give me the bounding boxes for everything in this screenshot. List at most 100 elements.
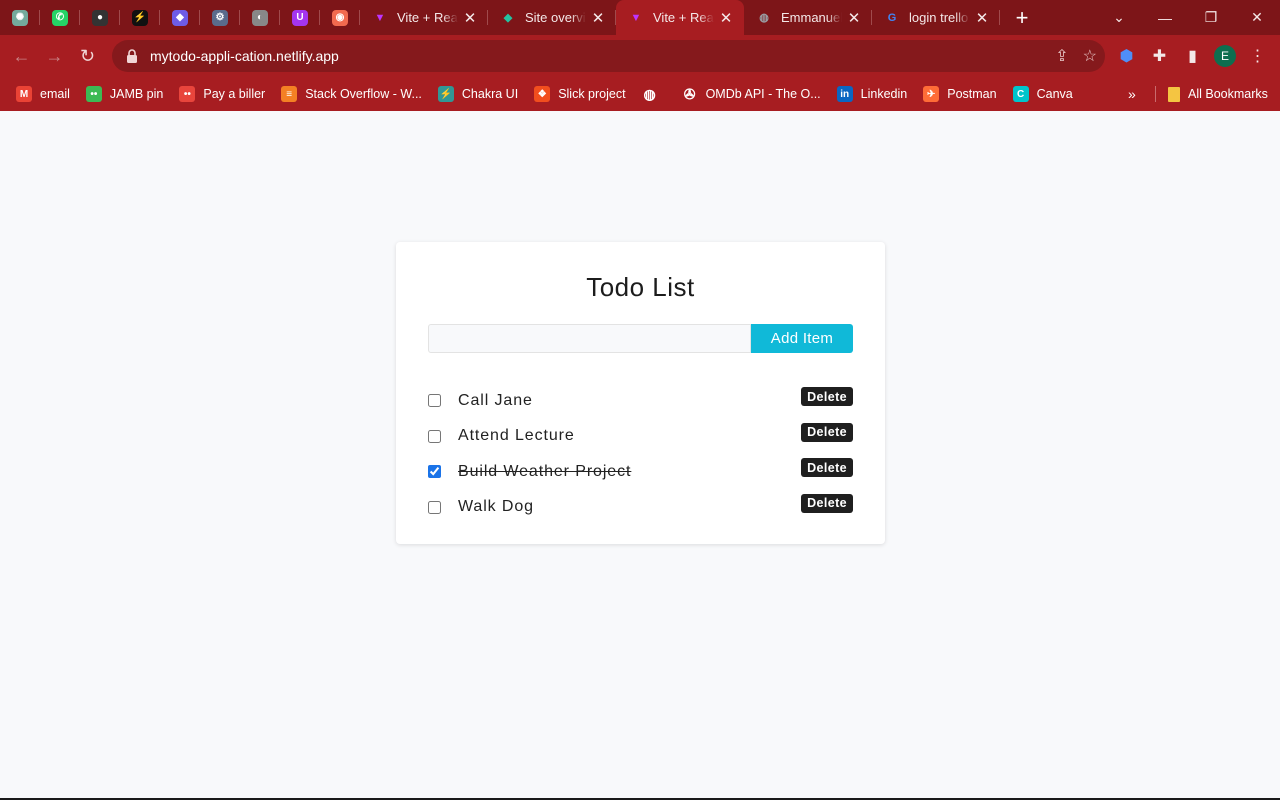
dots-icon: •• [179, 86, 196, 102]
bookmark-item[interactable]: ◍ [634, 80, 674, 108]
extension-icon[interactable]: ⬢ [1110, 40, 1143, 73]
whatsapp-icon: ✆ [52, 9, 68, 26]
canva-icon: C [1012, 86, 1029, 102]
udemy-icon: U [292, 9, 308, 26]
folder-icon [1168, 86, 1180, 102]
bookmark-label: Linkedin [860, 87, 908, 101]
bookmark-item[interactable]: in Linkedin [829, 80, 916, 108]
bookmark-item[interactable]: ≡ Stack Overflow - W... [273, 80, 430, 108]
share-icon[interactable]: ⇪ [1055, 46, 1068, 66]
delete-button[interactable]: Delete [801, 493, 853, 513]
todo-text: Walk Dog [458, 498, 534, 516]
close-tab-icon[interactable]: ✕ [974, 9, 990, 27]
todo-text: Attend Lecture [458, 427, 575, 445]
todo-checkbox[interactable] [428, 394, 441, 408]
bookmark-item[interactable]: ✇ OMDb API - The O... [674, 80, 829, 108]
more-bookmarks-button[interactable]: » [1128, 77, 1136, 111]
browser-tab[interactable]: ◍ Emmanuel A ✕ [744, 0, 872, 35]
bookmark-item[interactable]: C Canva [1005, 80, 1081, 108]
todo-text: Build Weather Project [458, 462, 632, 480]
browser-tab[interactable]: ▼ Vite + React ✕ [616, 0, 744, 35]
prism-icon: ◆ [172, 9, 188, 26]
todo-checkbox[interactable] [428, 465, 441, 479]
profile-avatar[interactable]: E [1214, 45, 1236, 67]
bookmark-item[interactable]: ❖ Slick project [526, 80, 633, 108]
close-tab-icon[interactable]: ✕ [846, 9, 862, 27]
scrimba-icon: ◉ [332, 9, 348, 26]
menu-kebab-icon[interactable]: ⋮ [1241, 40, 1274, 73]
bookmark-label: email [40, 87, 70, 101]
linkedin-icon: in [836, 86, 853, 102]
bookmarks-divider [1155, 86, 1156, 102]
close-tab-icon[interactable]: ✕ [590, 9, 606, 27]
browser-toolbar: ← → ↻ mytodo-appli-cation.netlify.app ⇪ … [0, 35, 1280, 77]
window-controls: ⌄ — ❐ ✕ [1096, 0, 1280, 35]
bookmark-label: Postman [947, 87, 997, 101]
pinned-tabs: ✺ ✆ ● ⚡ ◆ ⚙ ◐ U ◉ [0, 0, 360, 35]
bookmark-label: Pay a biller [203, 87, 266, 101]
bookmark-label: OMDb API - The O... [705, 87, 821, 101]
todo-input[interactable] [428, 324, 751, 353]
todo-text: Call Jane [458, 391, 533, 409]
bookmark-label: Stack Overflow - W... [305, 87, 422, 101]
extensions-puzzle-icon[interactable]: ✚ [1143, 40, 1176, 73]
todo-checkbox[interactable] [428, 500, 441, 514]
stackoverflow-icon: ≡ [281, 86, 298, 102]
side-panel-icon[interactable]: ▮ [1176, 40, 1209, 73]
bookmark-item[interactable]: •• JAMB pin [78, 80, 172, 108]
chakra-icon: ⚡ [437, 86, 454, 102]
bookmark-item[interactable]: ✈ Postman [915, 80, 1004, 108]
lock-icon [127, 49, 137, 63]
pinned-tab[interactable]: ⚙ [200, 0, 240, 35]
close-tab-icon[interactable]: ✕ [462, 9, 478, 27]
tab-search-icon[interactable]: ⌄ [1096, 0, 1142, 35]
page-viewport: Todo List Add Item Call Jane Delete Attend… [0, 111, 1280, 798]
browser-tab[interactable]: Glogin trello ✕ [872, 0, 1000, 35]
pinned-tab[interactable]: U [280, 0, 320, 35]
delete-button[interactable]: Delete [801, 387, 853, 406]
bookmark-label: Slick project [558, 87, 626, 101]
google-icon: G [887, 11, 897, 24]
todo-item: Walk Dog Delete [428, 490, 853, 526]
pinned-tab[interactable]: ✺ [0, 0, 40, 35]
add-item-button[interactable]: Add Item [751, 324, 853, 353]
pinned-tab[interactable]: ● [80, 0, 120, 35]
restore-button[interactable]: ❐ [1188, 0, 1234, 35]
pinned-tab[interactable]: ⚡ [120, 0, 160, 35]
todo-checkbox[interactable] [428, 429, 441, 443]
all-bookmarks-button[interactable]: All Bookmarks [1160, 80, 1276, 108]
chatgpt-icon: ✺ [12, 9, 28, 26]
figma-icon: ❖ [534, 86, 551, 102]
bookmark-item[interactable]: •• Pay a biller [171, 80, 273, 108]
browser-tab[interactable]: ◆ Site overview ✕ [488, 0, 616, 35]
bookmark-label: JAMB pin [109, 87, 164, 101]
pinned-tab[interactable]: ◉ [320, 0, 360, 35]
delete-button[interactable]: Delete [801, 422, 853, 442]
bookmark-item[interactable]: ⚡ Chakra UI [430, 80, 526, 108]
browser-tab[interactable]: ▼ Vite + React ✕ [360, 0, 488, 35]
minimize-button[interactable]: — [1142, 0, 1188, 35]
tab-title: Site overview [525, 10, 586, 25]
globe-icon: ◍ [643, 85, 656, 102]
tab-list: ▼ Vite + React ✕ ◆ Site overview ✕ ▼ Vite + Rea… [360, 0, 1000, 35]
close-window-button[interactable]: ✕ [1234, 0, 1280, 35]
forward-button[interactable]: → [38, 40, 71, 73]
todo-list: Call Jane Delete Attend Lecture Delete Build… [428, 383, 853, 525]
pinned-tab[interactable]: ◐ [240, 0, 280, 35]
film-reel-icon: ✇ [683, 85, 696, 102]
pinned-tab[interactable]: ◆ [160, 0, 200, 35]
todo-item: Attend Lecture Delete [428, 419, 853, 455]
address-bar[interactable]: mytodo-appli-cation.netlify.app ⇪ ☆ [112, 40, 1105, 72]
close-tab-icon[interactable]: ✕ [718, 9, 734, 27]
delete-button[interactable]: Delete [801, 458, 853, 477]
bookmark-item[interactable]: Memail [8, 80, 78, 108]
pinned-tab[interactable]: ✆ [40, 0, 80, 35]
back-button[interactable]: ← [5, 40, 38, 73]
new-tab-button[interactable]: + [1004, 0, 1040, 35]
postman-icon: ✈ [923, 86, 940, 102]
vite-icon: ▼ [630, 11, 642, 24]
reload-button[interactable]: ↻ [71, 40, 104, 73]
bookmark-star-icon[interactable]: ☆ [1083, 46, 1097, 66]
todo-item: Call Jane Delete [428, 383, 853, 419]
todo-card: Todo List Add Item Call Jane Delete Attend… [396, 242, 885, 544]
